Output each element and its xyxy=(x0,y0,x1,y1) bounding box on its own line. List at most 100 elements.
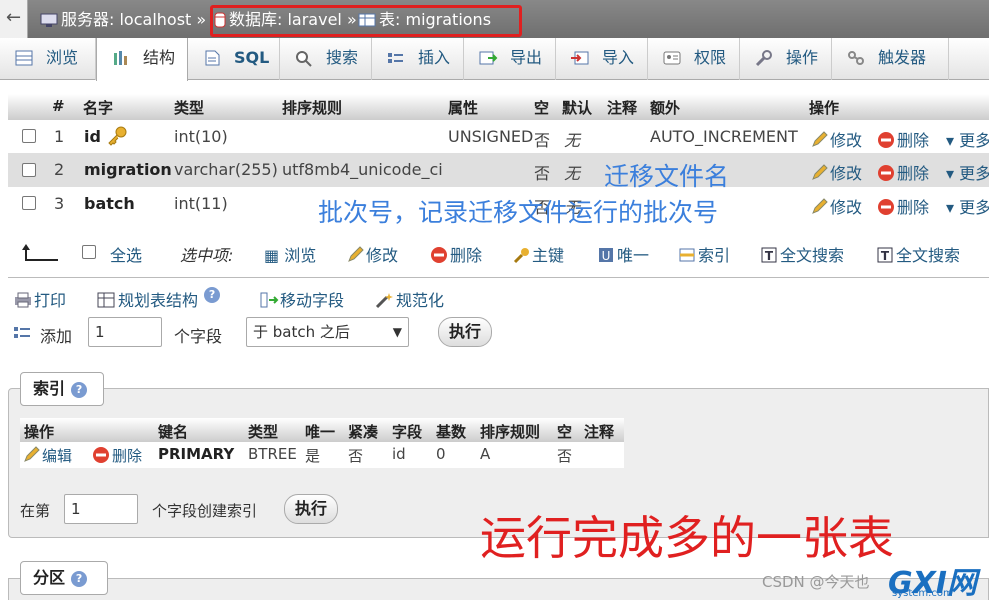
more-label: 更多 xyxy=(959,131,989,150)
edit-link[interactable]: 修改 xyxy=(810,160,862,184)
drop-link[interactable]: 删除 xyxy=(877,160,929,184)
drop-label: 删除 xyxy=(897,164,930,183)
print-link[interactable]: 打印 xyxy=(12,287,66,311)
tab-label: 触发器 xyxy=(878,48,927,67)
delete-icon xyxy=(878,199,894,215)
add-fields-count-input[interactable]: 1 xyxy=(88,317,162,347)
index-drop-link[interactable]: 删除 xyxy=(92,445,142,466)
bulk-fulltext-button[interactable]: T 全文搜索 xyxy=(760,242,844,266)
partitions-legend[interactable]: 分区? xyxy=(20,561,108,595)
column-type: int(11) xyxy=(174,194,228,213)
tab-insert[interactable]: 插入 xyxy=(372,38,464,80)
fulltext-icon: T xyxy=(877,247,893,263)
help-icon[interactable]: ? xyxy=(71,571,88,587)
row-checkbox[interactable] xyxy=(22,163,36,177)
help-icon[interactable]: ? xyxy=(204,287,221,303)
breadcrumb-server[interactable]: 服务器: localhost » xyxy=(40,9,206,31)
chevron-down-icon: ▼ xyxy=(392,325,402,339)
back-button[interactable]: ← xyxy=(0,0,28,38)
tab-sql[interactable]: SQL xyxy=(188,38,280,80)
index-table-header: 操作 键名 类型 唯一 紧凑 字段 基数 排序规则 空 注释 xyxy=(20,418,624,442)
tab-export[interactable]: 导出 xyxy=(464,38,556,80)
fields-unit-label: 个字段 xyxy=(174,327,223,346)
breadcrumb-bar: ← 服务器: localhost » 数据库: laravel » 表: mig… xyxy=(0,0,989,38)
bulk-action-label: 索引 xyxy=(698,246,731,265)
pencil-icon xyxy=(24,446,40,462)
breadcrumb-server-label: 服务器: localhost xyxy=(61,10,192,29)
edit-label: 修改 xyxy=(830,164,863,183)
more-dropdown[interactable]: ▾ 更多 xyxy=(946,127,989,151)
column-null: 否 xyxy=(534,164,551,183)
svg-text:T: T xyxy=(881,249,890,263)
add-position-select[interactable]: 于 batch 之后 ▼ xyxy=(246,317,409,347)
bulk-primary-button[interactable]: 主键 xyxy=(512,242,564,266)
check-all-checkbox[interactable] xyxy=(82,245,96,259)
column-name: migration xyxy=(84,160,172,179)
row-checkbox[interactable] xyxy=(22,129,36,143)
breadcrumb-separator: » xyxy=(196,10,207,29)
drop-link[interactable]: 删除 xyxy=(877,127,929,151)
index-collation: A xyxy=(480,445,491,463)
index-keyname: PRIMARY xyxy=(158,445,235,463)
index-edit-link[interactable]: 编辑 xyxy=(22,445,72,466)
bulk-action-label: 全文搜索 xyxy=(780,246,845,265)
delete-icon xyxy=(431,247,447,263)
edit-link[interactable]: 修改 xyxy=(810,194,862,218)
partitions-title: 分区 xyxy=(33,568,66,587)
add-fields-go-button[interactable]: 执行 xyxy=(438,317,492,347)
divider xyxy=(8,277,989,278)
more-dropdown[interactable]: ▾ 更多 xyxy=(946,160,989,184)
edit-link[interactable]: 修改 xyxy=(810,127,862,151)
tab-search[interactable]: 搜索 xyxy=(280,38,372,80)
create-index-go-button[interactable]: 执行 xyxy=(284,494,338,524)
bulk-fulltext-button-2[interactable]: T 全文搜索 xyxy=(876,242,960,266)
column-name: id xyxy=(84,127,101,146)
table-row: 2 migration varchar(255) utf8mb4_unicode… xyxy=(8,153,989,187)
index-icon xyxy=(679,248,695,262)
tab-label: 结构 xyxy=(143,48,176,67)
index-null: 否 xyxy=(557,447,573,465)
tab-structure[interactable]: 结构 xyxy=(96,38,188,81)
help-icon[interactable]: ? xyxy=(71,382,88,398)
bulk-action-label: 全文搜索 xyxy=(896,246,961,265)
bulk-browse-button[interactable]: ▦ 浏览 xyxy=(264,242,316,266)
normalize-label: 规范化 xyxy=(396,291,445,310)
column-attributes: UNSIGNED xyxy=(448,127,534,146)
check-all-label[interactable]: 全选 xyxy=(110,242,142,266)
pencil-icon xyxy=(812,198,828,214)
tab-operations[interactable]: 操作 xyxy=(740,38,832,80)
drop-link[interactable]: 删除 xyxy=(877,194,929,218)
more-dropdown[interactable]: ▾ 更多 xyxy=(946,194,989,218)
svg-text:T: T xyxy=(765,249,774,263)
column-header: 名字 xyxy=(83,99,114,117)
pencil-icon xyxy=(812,164,828,180)
watermark: CSDN @今天也 xyxy=(762,573,870,591)
select-arrow-icon xyxy=(22,242,60,264)
edit-label: 修改 xyxy=(830,198,863,217)
printer-icon xyxy=(15,292,31,308)
column-header: 注释 xyxy=(584,423,615,441)
bulk-index-button[interactable]: 索引 xyxy=(678,242,730,266)
indexes-legend[interactable]: 索引? xyxy=(20,372,104,406)
bulk-action-label: 修改 xyxy=(366,246,399,265)
bulk-unique-button[interactable]: U 唯一 xyxy=(597,242,649,266)
bulk-edit-button[interactable]: 修改 xyxy=(346,242,398,266)
annotation-migration: 迁移文件名 xyxy=(604,162,730,191)
column-header: 键名 xyxy=(158,423,189,441)
column-header: 排序规则 xyxy=(282,99,343,117)
tab-privileges[interactable]: 权限 xyxy=(648,38,740,80)
create-index-count-input[interactable]: 1 xyxy=(64,494,138,524)
tab-triggers[interactable]: 触发器 xyxy=(832,38,949,80)
pencil-icon xyxy=(348,246,364,262)
move-columns-link[interactable]: 移动字段 xyxy=(258,287,344,311)
tab-import[interactable]: 导入 xyxy=(556,38,648,80)
normalize-link[interactable]: 规范化 xyxy=(374,287,444,311)
propose-structure-link[interactable]: 规划表结构? xyxy=(96,287,221,311)
tab-browse[interactable]: 浏览 xyxy=(0,38,96,80)
column-header: 唯一 xyxy=(305,423,336,441)
bulk-drop-button[interactable]: 删除 xyxy=(430,242,482,266)
column-header: 类型 xyxy=(248,423,279,441)
column-default: 无 xyxy=(564,131,581,150)
row-checkbox[interactable] xyxy=(22,196,36,210)
tab-label: 插入 xyxy=(418,48,451,67)
